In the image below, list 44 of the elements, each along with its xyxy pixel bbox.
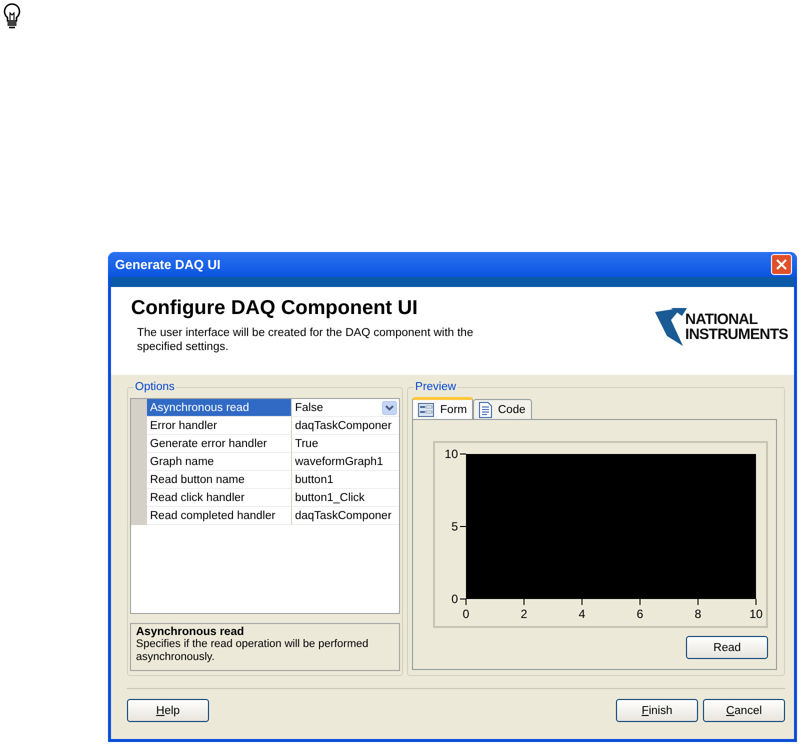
description-text: Specifies if the read operation will be performed asynchronously.	[136, 638, 370, 664]
page-description: The user interface will be created for the DAQ component with the specified settings.	[137, 326, 474, 354]
x-tick-label: 6	[636, 607, 644, 621]
group-title: Preview	[414, 381, 458, 393]
property-value[interactable]: button1	[292, 471, 400, 489]
help-button[interactable]: Help	[127, 699, 209, 722]
close-icon	[776, 259, 787, 270]
read-button[interactable]: Read	[686, 636, 768, 659]
y-tick-label: 5	[451, 520, 458, 534]
property-name[interactable]: Graph name	[147, 453, 292, 471]
property-value[interactable]: daqTaskComponer	[292, 417, 400, 435]
property-value[interactable]: daqTaskComponer	[292, 507, 400, 525]
description-title: Asynchronous read	[136, 626, 245, 638]
form-icon	[418, 402, 434, 416]
cancel-button[interactable]: Cancel	[703, 699, 785, 722]
x-tick-label: 2	[520, 607, 528, 621]
property-value[interactable]: waveformGraph1	[292, 453, 400, 471]
tab[interactable]: Form	[412, 397, 473, 419]
document-icon	[479, 402, 492, 418]
property-name[interactable]: Asynchronous read	[147, 399, 292, 417]
tab[interactable]: Code	[473, 399, 532, 419]
property-name[interactable]: Read click handler	[147, 489, 292, 507]
logo-text: NATIONAL INSTRUMENTS	[685, 312, 788, 342]
finish-button[interactable]: Finish	[616, 699, 698, 722]
dropdown-icon[interactable]	[382, 400, 398, 414]
x-tick-label: 10	[749, 607, 763, 621]
y-tick-label: 10	[444, 447, 458, 461]
page-title: Configure DAQ Component UI	[131, 297, 419, 320]
lightbulb-icon	[3, 3, 21, 29]
property-name[interactable]: Generate error handler	[147, 435, 292, 453]
x-tick-label: 4	[578, 607, 586, 621]
group-title: Options	[134, 381, 176, 393]
property-name[interactable]: Read completed handler	[147, 507, 292, 525]
property-name[interactable]: Error handler	[147, 417, 292, 435]
x-tick-label: 0	[462, 607, 470, 621]
close-button[interactable]	[771, 254, 792, 275]
property-value[interactable]: button1_Click	[292, 489, 400, 507]
property-value[interactable]: True	[292, 435, 400, 453]
window-title: Generate DAQ UI	[115, 257, 220, 272]
property-name[interactable]: Read button name	[147, 471, 292, 489]
property-value[interactable]: False	[292, 399, 400, 417]
logo-icon	[655, 308, 688, 346]
y-tick-label: 0	[451, 592, 458, 606]
x-tick-label: 8	[694, 607, 702, 621]
